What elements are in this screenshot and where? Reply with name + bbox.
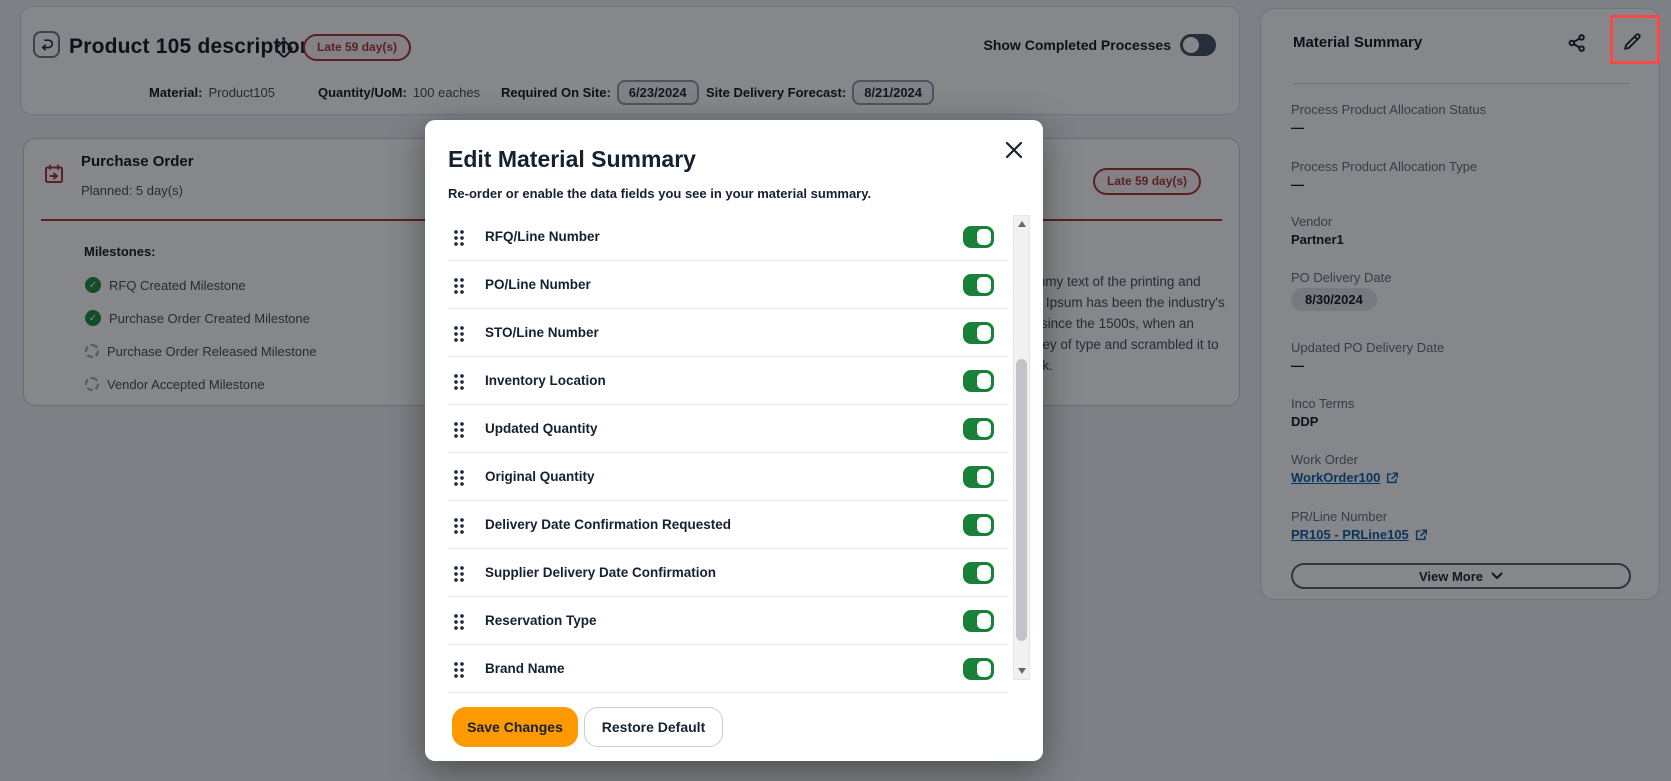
drag-handle-icon[interactable] xyxy=(452,228,464,246)
field-toggle-on[interactable] xyxy=(963,322,994,344)
field-toggle-on[interactable] xyxy=(963,658,994,680)
toggle-knob xyxy=(977,229,991,245)
field-toggle-row: STO/Line Number xyxy=(448,309,1008,357)
modal-scrollbar[interactable] xyxy=(1013,215,1030,680)
modal-title: Edit Material Summary xyxy=(448,146,696,173)
field-toggle-row: Original Quantity xyxy=(448,453,1008,501)
field-toggle-on[interactable] xyxy=(963,370,994,392)
field-toggle-row: Supplier Delivery Date Confirmation xyxy=(448,549,1008,597)
field-toggle-row: Reservation Type xyxy=(448,597,1008,645)
save-changes-button[interactable]: Save Changes xyxy=(452,707,578,747)
restore-default-button[interactable]: Restore Default xyxy=(584,707,723,747)
scrollbar-down-icon[interactable] xyxy=(1018,668,1026,674)
toggle-knob xyxy=(977,421,991,437)
row-label: Delivery Date Confirmation Requested xyxy=(485,517,731,532)
close-button[interactable] xyxy=(1000,136,1028,164)
drag-handle-icon[interactable] xyxy=(452,564,464,582)
close-icon xyxy=(1003,139,1025,161)
drag-handle-icon[interactable] xyxy=(452,324,464,342)
scrollbar-up-icon[interactable] xyxy=(1018,221,1026,227)
row-label: Updated Quantity xyxy=(485,421,598,436)
row-label: Brand Name xyxy=(485,661,565,676)
drag-handle-icon[interactable] xyxy=(452,660,464,678)
toggle-knob xyxy=(977,565,991,581)
field-toggle-row: PO/Line Number xyxy=(448,261,1008,309)
drag-handle-icon[interactable] xyxy=(452,612,464,630)
field-toggle-on[interactable] xyxy=(963,274,994,296)
row-label: RFQ/Line Number xyxy=(485,229,600,244)
field-toggle-on[interactable] xyxy=(963,610,994,632)
drag-handle-icon[interactable] xyxy=(452,276,464,294)
drag-handle-icon[interactable] xyxy=(452,516,464,534)
toggle-knob xyxy=(977,373,991,389)
row-label: Supplier Delivery Date Confirmation xyxy=(485,565,716,580)
field-toggle-row: RFQ/Line Number xyxy=(448,213,1008,261)
field-toggle-row: Updated Quantity xyxy=(448,405,1008,453)
row-label: Reservation Type xyxy=(485,613,597,628)
field-toggle-on[interactable] xyxy=(963,226,994,248)
scrollbar-thumb[interactable] xyxy=(1016,359,1027,641)
annotation-highlight-box xyxy=(1610,15,1660,64)
toggle-knob xyxy=(977,517,991,533)
drag-handle-icon[interactable] xyxy=(452,420,464,438)
row-label: PO/Line Number xyxy=(485,277,591,292)
edit-material-summary-modal: Edit Material Summary Re-order or enable… xyxy=(425,120,1043,761)
field-toggle-row: Brand Name xyxy=(448,645,1008,693)
drag-handle-icon[interactable] xyxy=(452,468,464,486)
row-label: STO/Line Number xyxy=(485,325,599,340)
field-toggle-on[interactable] xyxy=(963,514,994,536)
row-label: Original Quantity xyxy=(485,469,595,484)
field-toggle-on[interactable] xyxy=(963,562,994,584)
toggle-knob xyxy=(977,277,991,293)
toggle-knob xyxy=(977,613,991,629)
field-toggle-on[interactable] xyxy=(963,418,994,440)
toggle-knob xyxy=(977,469,991,485)
field-toggle-on[interactable] xyxy=(963,466,994,488)
drag-handle-icon[interactable] xyxy=(452,372,464,390)
field-toggle-row: Inventory Location xyxy=(448,357,1008,405)
row-label: Inventory Location xyxy=(485,373,606,388)
toggle-knob xyxy=(977,661,991,677)
field-toggle-row: Delivery Date Confirmation Requested xyxy=(448,501,1008,549)
toggle-knob xyxy=(977,325,991,341)
modal-subtitle: Re-order or enable the data fields you s… xyxy=(448,186,871,201)
